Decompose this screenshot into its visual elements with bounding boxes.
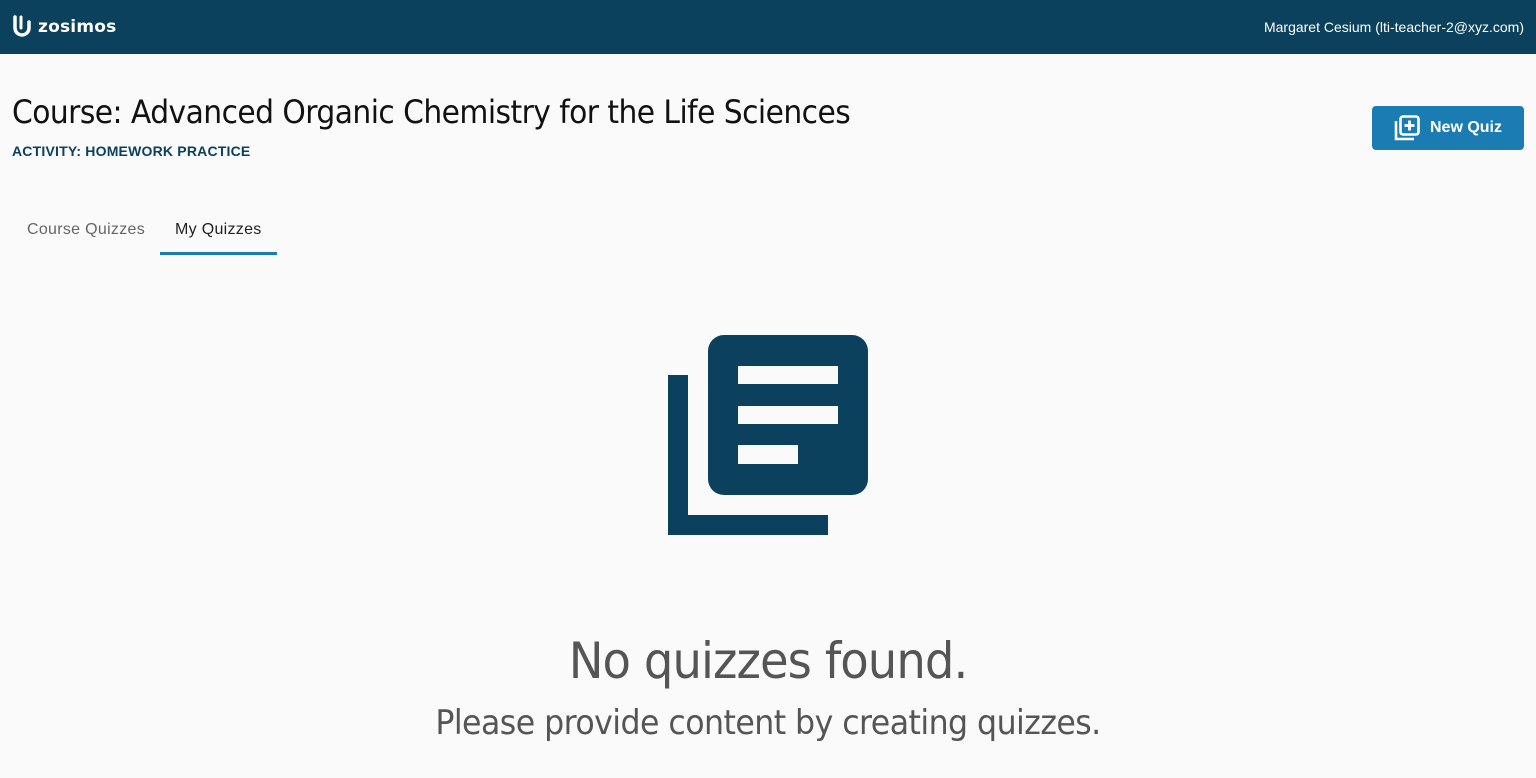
logo-text: zosimos [38,17,117,37]
new-quiz-button[interactable]: New Quiz [1372,106,1524,150]
app-logo[interactable]: zosimos [12,15,116,39]
page-title: Course: Advanced Organic Chemistry for t… [12,93,851,131]
empty-state-subtitle: Please provide content by creating quizz… [435,703,1101,743]
activity-label: ACTIVITY: HOMEWORK PRACTICE [12,143,251,159]
new-quiz-label: New Quiz [1429,119,1502,136]
library-add-icon [1394,115,1420,141]
top-bar: zosimos Margaret Cesium (lti-teacher-2@x… [0,0,1536,54]
tab-my-quizzes[interactable]: My Quizzes [160,205,277,255]
user-account[interactable]: Margaret Cesium (lti-teacher-2@xyz.com) [1264,19,1524,35]
library-books-icon [668,335,868,535]
zosimos-logo-icon [13,15,31,37]
tab-course-quizzes[interactable]: Course Quizzes [12,205,160,255]
quiz-tabs: Course Quizzes My Quizzes [12,205,277,255]
empty-state-title: No quizzes found. [568,632,969,690]
